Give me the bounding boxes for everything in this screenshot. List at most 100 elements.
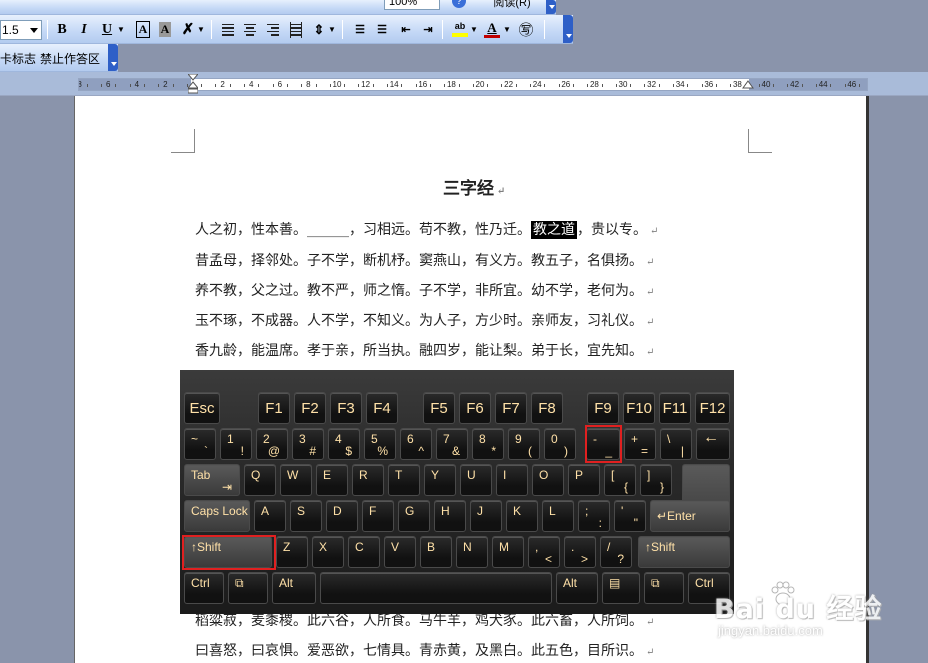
distribute-icon[interactable] (286, 19, 306, 40)
chevron-down-icon[interactable]: ▼ (196, 19, 206, 40)
key-f6: F6 (459, 392, 491, 424)
ruler-tick (215, 84, 217, 87)
paragraph-mark: ↵ (646, 257, 655, 268)
chevron-down-icon[interactable]: ▼ (502, 19, 512, 40)
ruler-tick (115, 84, 117, 87)
line-spacing-icon[interactable]: ⇕ (309, 19, 329, 40)
key-label: @ (267, 444, 280, 458)
highlight-button[interactable]: ab (450, 19, 470, 40)
read-mode-button[interactable]: 阅读(R) (484, 0, 540, 12)
key-label: F11 (662, 400, 688, 417)
font-color-button[interactable]: A (482, 19, 502, 40)
key-label: & (451, 444, 460, 458)
bold-button[interactable]: B (52, 19, 72, 40)
indent-marker-icon[interactable] (188, 74, 198, 94)
ruler-number: 30 (618, 80, 628, 89)
ruler-tick (444, 84, 446, 87)
key-r: R (352, 464, 384, 496)
key-bracket-left: [{ (604, 464, 636, 496)
key-d: D (326, 500, 358, 532)
key-q: Q (244, 464, 276, 496)
key-windows: ⧉ (228, 572, 268, 604)
help-icon[interactable]: ? (452, 0, 466, 8)
text-line[interactable]: 人之初，性本善。______，习相远。苟不教，性乃迁。 教之道 ，贵以专。 ↵ (195, 220, 658, 242)
line-text: 玉不琢，不成器。人不学，不知义。为人子，方少时。亲师友，习礼仪。 (195, 313, 643, 329)
line-text: 曰喜怒，曰哀惧。爱恶欲，七情具。青赤黄，及黑白。此五色，目所识。 (195, 643, 643, 659)
key-label: F3 (337, 400, 355, 417)
key-label: 9 (515, 432, 522, 446)
highlight-color-bar (452, 33, 468, 37)
key-a: A (254, 500, 286, 532)
ruler-number: 8 (306, 80, 311, 89)
key-label: W (287, 468, 299, 482)
font-color-bar (484, 35, 500, 38)
text-line[interactable]: 养不教，父之过。教不严，师之惰。子不学，非所宜。幼不学，老何为。 ↵ (195, 281, 654, 303)
document-title[interactable]: 三字经 ↵ (443, 174, 505, 199)
text-line[interactable]: 稻粱菽，麦黍稷。此六谷，人所食。马牛羊，鸡犬豕。此六畜，人所饲。 ↵ (195, 611, 654, 633)
ruler-tick (830, 84, 832, 87)
key-label: F (369, 504, 377, 518)
chevron-down-icon[interactable]: ▼ (116, 19, 126, 40)
chevron-down-icon[interactable]: ▼ (327, 19, 337, 40)
key-label: " (633, 516, 638, 530)
key-label: Z (283, 540, 291, 554)
key-0: 0) (544, 428, 576, 460)
key-label: F5 (430, 400, 448, 417)
selected-text[interactable]: 教之道 (531, 221, 577, 239)
char-shading-button[interactable]: A (155, 19, 175, 40)
text-line[interactable]: 香九龄，能温席。孝于亲，所当执。融四岁，能让梨。弟于长，宜先知。 ↵ (195, 341, 654, 363)
increase-indent-icon[interactable]: ⇥ (418, 19, 438, 40)
toolbar-options-icon[interactable] (546, 0, 556, 14)
underline-button[interactable]: U (97, 19, 117, 40)
ruler-tick (658, 84, 660, 87)
char-border-label: A (135, 21, 151, 38)
toolbar-options-icon[interactable] (563, 15, 573, 43)
decrease-indent-icon[interactable]: ⇤ (396, 19, 416, 40)
key-label: Esc (189, 400, 215, 417)
key-label: Caps Lock (191, 504, 248, 518)
key-label: % (377, 444, 388, 458)
chevron-down-icon[interactable]: ▼ (469, 19, 479, 40)
char-border-button[interactable]: A (133, 19, 153, 40)
zoom-combo[interactable]: 100% (384, 0, 440, 10)
text-line[interactable]: 曰喜怒，曰哀惧。爱恶欲，七情具。青赤黄，及黑白。此五色，目所识。 ↵ (195, 641, 654, 663)
right-indent-icon[interactable] (742, 80, 754, 92)
bold-label: B (57, 21, 67, 37)
card-flag-button[interactable]: 卡标志 (0, 48, 36, 68)
text-line[interactable]: 玉不琢，不成器。人不学，不知义。为人子，方少时。亲师友，习礼仪。 ↵ (195, 311, 654, 333)
bulleted-list-icon[interactable]: ☰ (372, 19, 392, 40)
ruler-number: 20 (475, 80, 485, 89)
ruler-tick (86, 84, 88, 87)
enclosed-char-icon[interactable]: ㊢ (516, 19, 536, 40)
key-label: ; (585, 504, 589, 518)
key-label: ↵Enter (657, 509, 696, 523)
italic-button[interactable]: I (74, 19, 94, 40)
no-answer-zone-button[interactable]: 禁止作答区 (40, 48, 100, 68)
numbered-list-icon[interactable]: ☰ (350, 19, 370, 40)
ruler-tick (773, 84, 775, 87)
text-line[interactable]: 昔孟母，择邻处。子不学，断机杼。窦燕山，有义方。教五子，名俱扬。 ↵ (195, 251, 654, 273)
align-center-icon[interactable] (240, 19, 260, 40)
key-f3: F3 (330, 392, 362, 424)
key-label: F1 (265, 400, 283, 417)
line-spacing-combo[interactable]: 1.5 (0, 20, 42, 40)
key-comma: , < (528, 536, 560, 568)
key-label: ? (617, 552, 624, 566)
char-scale-icon[interactable]: ✗ (178, 19, 198, 40)
key-label: F4 (373, 400, 391, 417)
toolbar-options-icon[interactable] (108, 44, 118, 71)
ruler-number: 40 (761, 80, 771, 89)
ruler-number: 42 (790, 80, 800, 89)
align-right-icon[interactable] (263, 19, 283, 40)
key-label: ← (703, 429, 719, 446)
ruler-number: 2 (163, 80, 168, 89)
key-g: G (398, 500, 430, 532)
paragraph-mark: ↵ (497, 186, 506, 197)
ruler-tick (143, 84, 145, 87)
ruler-number: 16 (418, 80, 428, 89)
ruler-tick (530, 84, 532, 87)
key-label: R (359, 468, 368, 482)
align-left-icon[interactable] (218, 19, 238, 40)
key-label: E (323, 468, 332, 482)
ruler-tick (129, 84, 131, 87)
